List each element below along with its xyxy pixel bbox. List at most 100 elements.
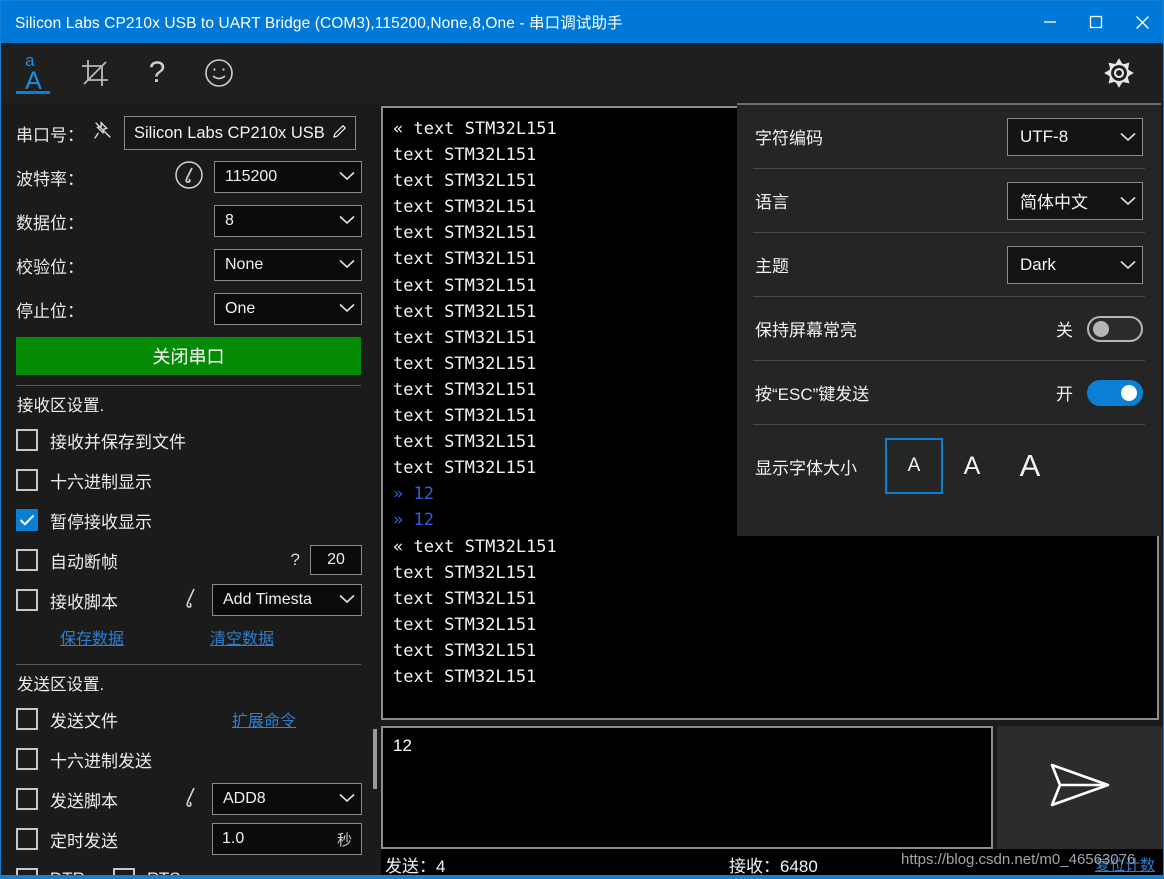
- chevron-down-icon: [1112, 255, 1136, 275]
- checkbox-box[interactable]: [16, 748, 38, 770]
- send-script-value: ADD8: [223, 790, 266, 807]
- send-script-select[interactable]: ADD8: [212, 783, 362, 815]
- setting-theme: 主题 Dark: [753, 233, 1145, 297]
- esc-send-label: 按“ESC”键发送: [755, 385, 870, 404]
- auto-break-input[interactable]: 20: [310, 545, 362, 575]
- baud-select[interactable]: 115200: [214, 161, 362, 193]
- send-area-scrollbar[interactable]: [373, 729, 377, 789]
- encoding-value: UTF-8: [1020, 126, 1069, 146]
- app-window: Silicon Labs CP210x USB to UART Bridge (…: [0, 0, 1164, 879]
- received-count: 接收：6480: [729, 856, 818, 876]
- baud-value: 115200: [225, 168, 278, 185]
- checkbox-hex-display[interactable]: 十六进制显示: [16, 460, 362, 500]
- checkbox-send-file[interactable]: 发送文件 扩展命令: [16, 699, 362, 739]
- terminal-line: « text STM32L151: [393, 536, 557, 557]
- checkbox-box[interactable]: [16, 429, 38, 451]
- checkbox-box[interactable]: [16, 469, 38, 491]
- keep-screen-on-label: 保持屏幕常亮: [755, 321, 857, 340]
- port-label: 串口号：: [16, 125, 84, 145]
- theme-select[interactable]: Dark: [1007, 245, 1143, 284]
- checkbox-pause-display[interactable]: 暂停接收显示: [16, 500, 362, 540]
- timed-send-value: 1.0: [222, 830, 245, 847]
- checkbox-label: 接收并保存到文件: [50, 432, 186, 452]
- databits-value: 8: [225, 212, 234, 229]
- checkbox-label: 自动断帧: [50, 552, 118, 572]
- font-size-icon[interactable]: aA: [2, 43, 64, 103]
- setting-encoding: 字符编码 UTF-8: [753, 105, 1145, 169]
- checkbox-recv-script[interactable]: 接收脚本 Add Timesta: [16, 580, 362, 620]
- checkbox-box[interactable]: [16, 549, 38, 571]
- window-title: Silicon Labs CP210x USB to UART Bridge (…: [15, 15, 623, 32]
- font-size-options: A A A: [885, 438, 1059, 494]
- close-port-button[interactable]: 关闭串口: [16, 337, 361, 375]
- terminal-line: text STM32L151: [393, 614, 537, 635]
- checkbox-box[interactable]: [16, 589, 38, 611]
- checkbox-send-script[interactable]: 发送脚本 ADD8: [16, 779, 362, 819]
- stopbits-select[interactable]: One: [214, 293, 362, 325]
- databits-select[interactable]: 8: [214, 205, 362, 237]
- save-data-link[interactable]: 保存数据: [60, 625, 124, 649]
- stopbits-value: One: [225, 300, 256, 317]
- stopbits-label: 停止位：: [16, 301, 84, 321]
- gear-icon[interactable]: [1088, 43, 1150, 103]
- bottom-accent: [1, 875, 1163, 878]
- checkbox-box[interactable]: [16, 828, 38, 850]
- checkbox-label: 定时发送: [50, 831, 118, 851]
- checkbox-auto-break[interactable]: 自动断帧 ? 20: [16, 540, 362, 580]
- databits-label: 数据位：: [16, 213, 84, 233]
- send-paper-plane-icon: [1046, 759, 1114, 816]
- setting-language: 语言 简体中文: [753, 169, 1145, 233]
- baud-pen-icon[interactable]: [174, 160, 204, 195]
- chevron-down-icon: [1112, 191, 1136, 211]
- checkbox-timed-send[interactable]: 定时发送 1.0 秒: [16, 819, 362, 859]
- esc-send-toggle[interactable]: [1087, 379, 1143, 406]
- send-button[interactable]: [997, 726, 1163, 849]
- extend-command-link[interactable]: 扩展命令: [232, 707, 296, 731]
- keep-screen-on-toggle[interactable]: [1087, 315, 1143, 342]
- port-input[interactable]: Silicon Labs CP210x USB: [124, 116, 356, 150]
- theme-value: Dark: [1020, 254, 1056, 274]
- terminal-line: text STM32L151: [393, 588, 537, 609]
- smiley-icon[interactable]: [188, 43, 250, 103]
- pin-off-icon[interactable]: [92, 120, 114, 147]
- watermark: https://blog.csdn.net/m0_46563076: [901, 851, 1136, 868]
- settings-panel: 字符编码 UTF-8 语言 简体中文 主题 Dark 保持屏幕常亮 关 按“ES…: [737, 103, 1161, 536]
- databits-row: 数据位： 8: [16, 199, 362, 243]
- auto-break-help-icon[interactable]: ?: [291, 550, 300, 570]
- send-input[interactable]: 12: [381, 726, 993, 849]
- font-size-medium[interactable]: A: [943, 438, 1001, 494]
- language-label: 语言: [755, 193, 789, 212]
- script-pen-icon[interactable]: [180, 586, 202, 615]
- encoding-select[interactable]: UTF-8: [1007, 117, 1143, 156]
- chevron-down-icon: [331, 168, 355, 186]
- pencil-icon[interactable]: [331, 122, 349, 145]
- parity-select[interactable]: None: [214, 249, 362, 281]
- chevron-down-icon: [331, 256, 355, 274]
- parity-row: 校验位： None: [16, 243, 362, 287]
- maximize-button[interactable]: [1073, 1, 1119, 43]
- recv-script-select[interactable]: Add Timesta: [212, 584, 362, 616]
- close-button[interactable]: [1119, 1, 1163, 43]
- font-size-small[interactable]: A: [885, 438, 943, 494]
- crop-icon[interactable]: [64, 43, 126, 103]
- checkbox-box[interactable]: [16, 509, 38, 531]
- checkbox-hex-send[interactable]: 十六进制发送: [16, 739, 362, 779]
- send-input-value: 12: [393, 736, 412, 755]
- setting-font-size: 显示字体大小 A A A: [753, 425, 1145, 507]
- checkbox-save-to-file[interactable]: 接收并保存到文件: [16, 420, 362, 460]
- chevron-down-icon: [1112, 127, 1136, 147]
- checkbox-label: 发送文件: [50, 711, 118, 731]
- help-icon[interactable]: ?: [126, 43, 188, 103]
- minimize-button[interactable]: [1027, 1, 1073, 43]
- divider: [16, 385, 361, 386]
- checkbox-box[interactable]: [16, 708, 38, 730]
- terminal-line: text STM32L151: [393, 666, 537, 687]
- font-size-large[interactable]: A: [1001, 438, 1059, 494]
- chevron-down-icon: [331, 212, 355, 230]
- clear-data-link[interactable]: 清空数据: [210, 625, 274, 649]
- checkbox-label: 十六进制显示: [50, 472, 152, 492]
- timed-send-input[interactable]: 1.0 秒: [212, 823, 362, 855]
- script-pen-icon[interactable]: [180, 785, 202, 814]
- language-select[interactable]: 简体中文: [1007, 181, 1143, 220]
- checkbox-box[interactable]: [16, 788, 38, 810]
